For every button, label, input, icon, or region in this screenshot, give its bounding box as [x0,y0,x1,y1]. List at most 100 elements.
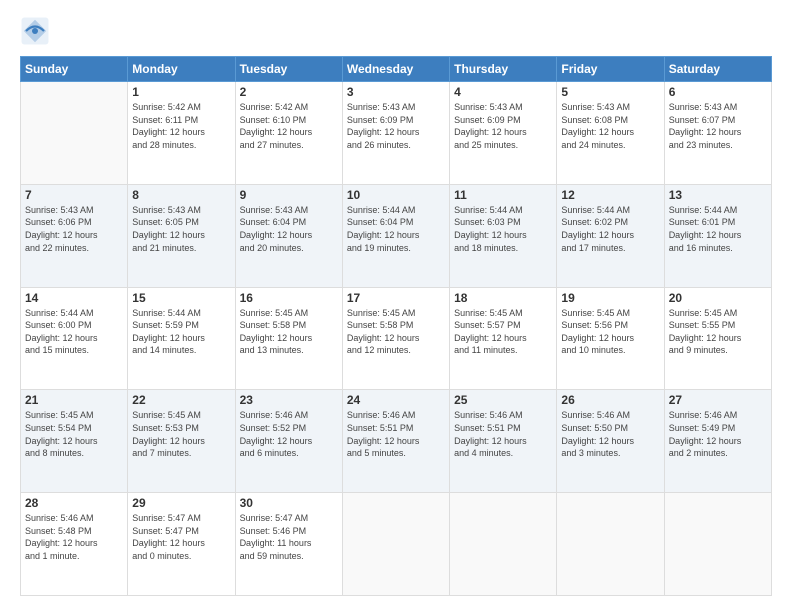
calendar-cell: 24Sunrise: 5:46 AM Sunset: 5:51 PM Dayli… [342,390,449,493]
day-info: Sunrise: 5:43 AM Sunset: 6:04 PM Dayligh… [240,204,338,254]
calendar-cell: 12 Sunrise: 5:44 AM Sunset: 6:02 PM Dayli… [557,184,664,287]
day-header-wednesday: Wednesday [342,57,449,82]
calendar-week-row: 1 Sunrise: 5:42 AM Sunset: 6:11 PM Daylig… [21,82,772,185]
day-info: Sunrise: 5:44 AM Sunset: 6:01 PM Dayligh… [669,204,767,254]
day-number: 18 [454,291,552,305]
calendar-cell: 10 Sunrise: 5:44 AM Sunset: 6:04 PM Dayli… [342,184,449,287]
day-number: 16 [240,291,338,305]
day-info: Sunrise: 5:44 AM Sunset: 6:00 PM Dayligh… [25,307,123,357]
day-info: Sunrise: 5:47 AM Sunset: 5:46 PM Dayligh… [240,512,338,562]
calendar-cell [21,82,128,185]
day-info: Sunrise: 5:44 AM Sunset: 5:59 PM Dayligh… [132,307,230,357]
calendar-cell: 30 Sunrise: 5:47 AM Sunset: 5:46 PM Dayli… [235,493,342,596]
day-info: Sunrise: 5:47 AM Sunset: 5:47 PM Dayligh… [132,512,230,562]
calendar-cell: 9 Sunrise: 5:43 AM Sunset: 6:04 PM Daylig… [235,184,342,287]
day-info: Sunrise: 5:45 AM Sunset: 5:58 PM Dayligh… [347,307,445,357]
day-number: 2 [240,85,338,99]
calendar-cell [450,493,557,596]
calendar-cell: 4 Sunrise: 5:43 AM Sunset: 6:09 PM Daylig… [450,82,557,185]
day-header-thursday: Thursday [450,57,557,82]
day-info: Sunrise: 5:44 AM Sunset: 6:04 PM Dayligh… [347,204,445,254]
day-header-sunday: Sunday [21,57,128,82]
day-number: 9 [240,188,338,202]
day-number: 12 [561,188,659,202]
calendar-cell: 1 Sunrise: 5:42 AM Sunset: 6:11 PM Daylig… [128,82,235,185]
calendar-cell: 16 Sunrise: 5:45 AM Sunset: 5:58 PM Dayli… [235,287,342,390]
calendar-cell: 14Sunrise: 5:44 AM Sunset: 6:00 PM Dayli… [21,287,128,390]
page: SundayMondayTuesdayWednesdayThursdayFrid… [0,0,792,612]
day-info: Sunrise: 5:45 AM Sunset: 5:56 PM Dayligh… [561,307,659,357]
day-info: Sunrise: 5:46 AM Sunset: 5:50 PM Dayligh… [561,409,659,459]
logo [20,16,54,46]
day-info: Sunrise: 5:43 AM Sunset: 6:09 PM Dayligh… [347,101,445,151]
day-info: Sunrise: 5:44 AM Sunset: 6:02 PM Dayligh… [561,204,659,254]
calendar-cell: 15 Sunrise: 5:44 AM Sunset: 5:59 PM Dayli… [128,287,235,390]
calendar-header-row: SundayMondayTuesdayWednesdayThursdayFrid… [21,57,772,82]
calendar-week-row: 28Sunrise: 5:46 AM Sunset: 5:48 PM Dayli… [21,493,772,596]
calendar-cell: 19 Sunrise: 5:45 AM Sunset: 5:56 PM Dayli… [557,287,664,390]
calendar-cell: 20Sunrise: 5:45 AM Sunset: 5:55 PM Dayli… [664,287,771,390]
day-number: 17 [347,291,445,305]
day-info: Sunrise: 5:43 AM Sunset: 6:08 PM Dayligh… [561,101,659,151]
day-number: 1 [132,85,230,99]
day-info: Sunrise: 5:45 AM Sunset: 5:58 PM Dayligh… [240,307,338,357]
day-number: 8 [132,188,230,202]
day-info: Sunrise: 5:46 AM Sunset: 5:52 PM Dayligh… [240,409,338,459]
calendar-cell: 22 Sunrise: 5:45 AM Sunset: 5:53 PM Dayli… [128,390,235,493]
calendar-cell: 7 Sunrise: 5:43 AM Sunset: 6:06 PM Daylig… [21,184,128,287]
day-info: Sunrise: 5:42 AM Sunset: 6:11 PM Dayligh… [132,101,230,151]
day-number: 7 [25,188,123,202]
day-number: 11 [454,188,552,202]
day-header-tuesday: Tuesday [235,57,342,82]
day-info: Sunrise: 5:46 AM Sunset: 5:51 PM Dayligh… [347,409,445,459]
day-info: Sunrise: 5:42 AM Sunset: 6:10 PM Dayligh… [240,101,338,151]
calendar-cell: 25Sunrise: 5:46 AM Sunset: 5:51 PM Dayli… [450,390,557,493]
day-number: 13 [669,188,767,202]
calendar-cell [664,493,771,596]
calendar-cell: 3 Sunrise: 5:43 AM Sunset: 6:09 PM Daylig… [342,82,449,185]
day-number: 23 [240,393,338,407]
day-number: 29 [132,496,230,510]
calendar-cell: 8 Sunrise: 5:43 AM Sunset: 6:05 PM Daylig… [128,184,235,287]
calendar-cell: 17 Sunrise: 5:45 AM Sunset: 5:58 PM Dayli… [342,287,449,390]
day-info: Sunrise: 5:45 AM Sunset: 5:57 PM Dayligh… [454,307,552,357]
day-info: Sunrise: 5:43 AM Sunset: 6:06 PM Dayligh… [25,204,123,254]
day-number: 3 [347,85,445,99]
day-number: 15 [132,291,230,305]
day-number: 27 [669,393,767,407]
day-number: 20 [669,291,767,305]
calendar-cell: 26 Sunrise: 5:46 AM Sunset: 5:50 PM Dayli… [557,390,664,493]
day-info: Sunrise: 5:43 AM Sunset: 6:05 PM Dayligh… [132,204,230,254]
calendar-cell: 5 Sunrise: 5:43 AM Sunset: 6:08 PM Daylig… [557,82,664,185]
calendar-cell [342,493,449,596]
day-number: 10 [347,188,445,202]
calendar-week-row: 7 Sunrise: 5:43 AM Sunset: 6:06 PM Daylig… [21,184,772,287]
calendar-cell: 28Sunrise: 5:46 AM Sunset: 5:48 PM Dayli… [21,493,128,596]
day-info: Sunrise: 5:46 AM Sunset: 5:49 PM Dayligh… [669,409,767,459]
day-info: Sunrise: 5:44 AM Sunset: 6:03 PM Dayligh… [454,204,552,254]
day-header-friday: Friday [557,57,664,82]
calendar-cell: 13 Sunrise: 5:44 AM Sunset: 6:01 PM Dayli… [664,184,771,287]
header [20,16,772,46]
day-info: Sunrise: 5:45 AM Sunset: 5:53 PM Dayligh… [132,409,230,459]
day-info: Sunrise: 5:46 AM Sunset: 5:48 PM Dayligh… [25,512,123,562]
day-info: Sunrise: 5:43 AM Sunset: 6:09 PM Dayligh… [454,101,552,151]
day-header-monday: Monday [128,57,235,82]
day-number: 4 [454,85,552,99]
day-info: Sunrise: 5:45 AM Sunset: 5:54 PM Dayligh… [25,409,123,459]
day-number: 21 [25,393,123,407]
calendar-cell: 27 Sunrise: 5:46 AM Sunset: 5:49 PM Dayli… [664,390,771,493]
day-header-saturday: Saturday [664,57,771,82]
day-number: 22 [132,393,230,407]
day-number: 25 [454,393,552,407]
calendar-cell: 11 Sunrise: 5:44 AM Sunset: 6:03 PM Dayli… [450,184,557,287]
day-number: 5 [561,85,659,99]
day-number: 30 [240,496,338,510]
calendar: SundayMondayTuesdayWednesdayThursdayFrid… [20,56,772,596]
day-number: 19 [561,291,659,305]
calendar-cell: 29 Sunrise: 5:47 AM Sunset: 5:47 PM Dayli… [128,493,235,596]
calendar-cell: 21 Sunrise: 5:45 AM Sunset: 5:54 PM Dayli… [21,390,128,493]
calendar-cell: 18 Sunrise: 5:45 AM Sunset: 5:57 PM Dayli… [450,287,557,390]
day-number: 6 [669,85,767,99]
day-number: 26 [561,393,659,407]
